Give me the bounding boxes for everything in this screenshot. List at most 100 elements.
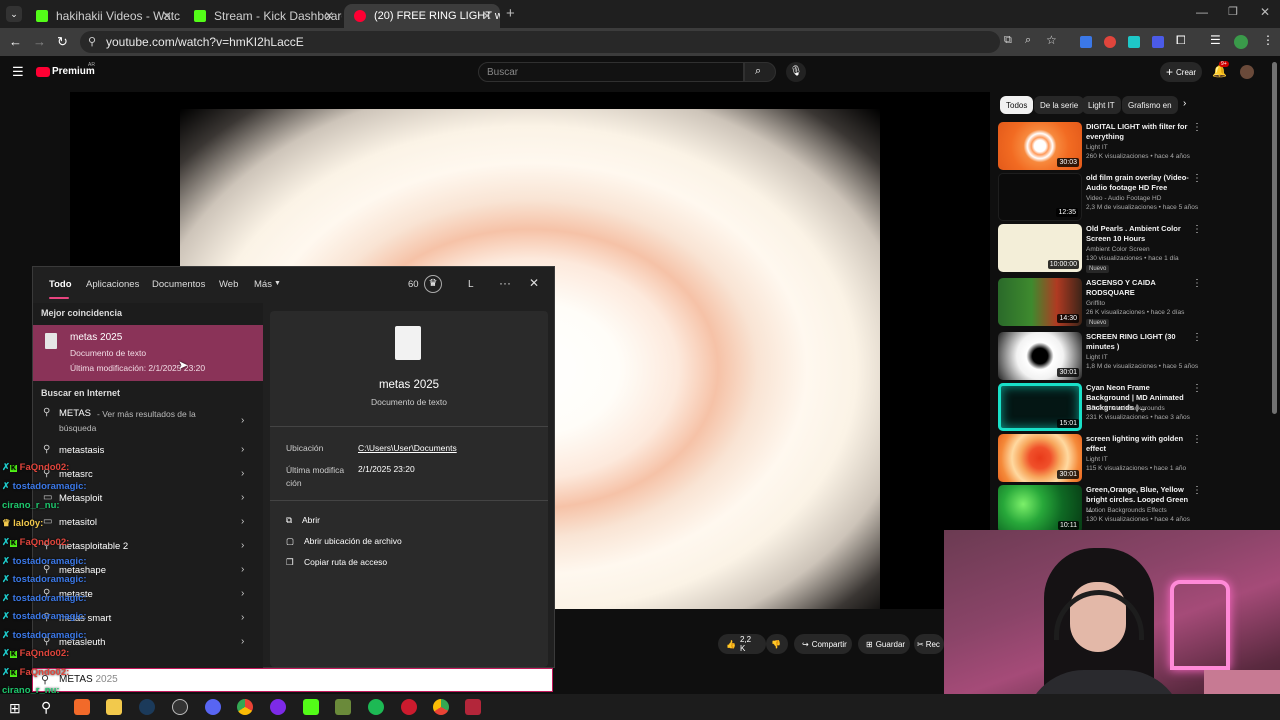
channel-name[interactable]: Motion Backgrounds Effects (1086, 507, 1167, 514)
recommended-video[interactable]: 30:03 DIGITAL LIGHT with filter for ever… (998, 122, 1208, 172)
forward-icon[interactable]: → (33, 34, 46, 49)
create-button[interactable]: + Crear (1160, 62, 1202, 82)
recommended-video[interactable]: 10:00:00 Old Pearls . Ambient Color Scre… (998, 224, 1208, 274)
open-location-action[interactable]: ▢ Abrir ubicación de archivo (286, 536, 402, 547)
channel-name[interactable]: Ambient Color Screen (1086, 246, 1150, 253)
youtube-search-input[interactable]: Buscar (478, 62, 744, 82)
back-icon[interactable]: ← (9, 34, 22, 49)
best-match-result[interactable]: metas 2025 Documento de texto Última mod… (33, 325, 263, 381)
channel-name[interactable]: Light IT (1086, 456, 1108, 463)
search-button[interactable]: ⌕ (744, 62, 776, 82)
menu-icon[interactable]: ☰ (12, 64, 24, 80)
channel-name[interactable]: Light IT (1086, 354, 1108, 361)
chips-next-icon[interactable]: › (1183, 98, 1186, 109)
more-options-icon[interactable]: ⋮ (1192, 278, 1202, 289)
channel-name[interactable]: Griffito (1086, 300, 1105, 307)
video-thumbnail[interactable]: 30:01 (998, 434, 1082, 482)
close-window-icon[interactable]: ✕ (1260, 5, 1270, 19)
minecraft-icon[interactable] (335, 699, 351, 715)
more-options-icon[interactable]: ⋮ (1192, 122, 1202, 133)
filter-tab-documents[interactable]: Documentos (152, 279, 205, 290)
recommended-video[interactable]: 14:30 ASCENSO Y CAIDA RODSQUARE Griffito… (998, 278, 1208, 328)
windows-start-icon[interactable]: ⊞ (9, 700, 21, 717)
youtube-logo-icon[interactable] (36, 67, 50, 77)
save-button[interactable]: ⊞ Guardar (858, 634, 910, 654)
web-search-result[interactable]: ⚲ METAS - Ver más resultados de la búsqu… (33, 405, 263, 439)
chip-grafismo[interactable]: Grafismo en (1122, 96, 1178, 114)
extension-icon[interactable] (1128, 36, 1140, 48)
address-bar[interactable]: ⚲ youtube.com/watch?v=hmKI2hLaccE (80, 31, 1000, 53)
discord-icon[interactable] (205, 699, 221, 715)
taskbar-search-icon[interactable]: ⚲ (41, 699, 51, 716)
chip-all[interactable]: Todos (1000, 96, 1034, 114)
mic-icon[interactable]: 🎙 (786, 62, 806, 82)
tab-kick-videos[interactable]: hakihakii Videos - Watch On-De ✕ (26, 4, 180, 28)
rewards-trophy-icon[interactable]: ♛ (424, 275, 442, 293)
chrome-profile-icon[interactable] (433, 699, 449, 715)
video-title[interactable]: screen lighting with golden effect (1086, 434, 1194, 454)
filter-tab-more[interactable]: Más (254, 279, 272, 290)
video-title[interactable]: ASCENSO Y CAIDA RODSQUARE (1086, 278, 1194, 298)
video-thumbnail[interactable]: 15:01 (998, 383, 1082, 431)
more-options-icon[interactable]: ⋮ (1192, 173, 1202, 184)
zoom-icon[interactable]: ⌕ (1025, 34, 1031, 47)
channel-name[interactable]: Video - Audio Footage HD (1086, 195, 1161, 202)
file-explorer-icon[interactable] (106, 699, 122, 715)
filter-tab-apps[interactable]: Aplicaciones (86, 279, 139, 290)
video-thumbnail[interactable]: 12:35 (998, 173, 1082, 221)
video-thumbnail[interactable]: 10:11 (998, 485, 1082, 533)
recommended-video[interactable]: 30:01 screen lighting with golden effect… (998, 434, 1208, 484)
obs-icon[interactable] (172, 699, 188, 715)
location-link[interactable]: C:\Users\User\Documents (358, 443, 457, 453)
tab-kick-dashboard[interactable]: Stream - Kick Dashboard ✕ (184, 4, 342, 28)
more-options-icon[interactable]: ⋮ (1192, 434, 1202, 445)
filter-tab-all[interactable]: Todo (49, 279, 72, 290)
reload-icon[interactable]: ↻ (57, 34, 68, 50)
new-tab-button[interactable]: + (506, 5, 515, 22)
video-title[interactable]: SCREEN RING LIGHT (30 minutes ) (1086, 332, 1194, 352)
user-initial-avatar[interactable]: L (468, 279, 474, 290)
account-avatar[interactable] (1240, 65, 1254, 79)
copy-path-action[interactable]: ❐ Copiar ruta de acceso (286, 557, 387, 568)
video-title[interactable]: DIGITAL LIGHT with filter for everything (1086, 122, 1194, 142)
steam-icon[interactable] (139, 699, 155, 715)
video-thumbnail[interactable]: 10:00:00 (998, 224, 1082, 272)
voicemeeter-icon[interactable] (465, 699, 481, 715)
clip-button[interactable]: ✂ Rec (914, 634, 944, 654)
channel-name[interactable]: MD Animated Backgrounds (1086, 405, 1165, 412)
page-scrollbar[interactable] (1272, 62, 1277, 414)
more-options-icon[interactable]: ⋮ (1192, 224, 1202, 235)
search-suggestion[interactable]: ⚲ metastasis › (33, 440, 263, 464)
close-tab-icon[interactable]: ✕ (162, 9, 172, 23)
more-options-icon[interactable]: ⋮ (1192, 485, 1202, 496)
profile-avatar[interactable] (1234, 35, 1248, 49)
recommended-video[interactable]: 15:01 Cyan Neon Frame Background | MD An… (998, 383, 1208, 433)
channel-name[interactable]: Light IT (1086, 144, 1108, 151)
opera-icon[interactable] (401, 699, 417, 715)
video-thumbnail[interactable]: 30:03 (998, 122, 1082, 170)
extensions-puzzle-icon[interactable]: ⧠ (1176, 33, 1186, 48)
canva-icon[interactable] (270, 699, 286, 715)
close-tab-icon[interactable]: ✕ (482, 9, 492, 23)
extension-icon[interactable] (1152, 36, 1164, 48)
dislike-button[interactable]: 👎 (766, 634, 788, 654)
minimize-icon[interactable]: — (1196, 5, 1208, 19)
like-button[interactable]: 👍 2,2 K (718, 634, 766, 654)
close-icon[interactable]: ✕ (529, 276, 539, 290)
video-title[interactable]: Old Pearls . Ambient Color Screen 10 Hou… (1086, 224, 1194, 244)
reading-list-icon[interactable]: ☰ (1210, 33, 1221, 47)
more-options-icon[interactable]: ··· (499, 276, 511, 290)
recommended-video[interactable]: 30:01 SCREEN RING LIGHT (30 minutes ) Li… (998, 332, 1208, 382)
brave-icon[interactable] (74, 699, 90, 715)
start-search-input[interactable]: ⚲ METAS 2025 (32, 668, 553, 692)
extension-icon[interactable] (1104, 36, 1116, 48)
recommended-video[interactable]: 10:11 Green,Orange, Blue, Yellow bright … (998, 485, 1208, 535)
video-title[interactable]: old film grain overlay (Video-Audio foot… (1086, 173, 1194, 193)
filter-tab-web[interactable]: Web (219, 279, 238, 290)
chip-series[interactable]: De la serie (1034, 96, 1085, 114)
site-info-icon[interactable]: ⚲ (88, 35, 96, 48)
chip-light-it[interactable]: Light IT (1082, 96, 1121, 114)
open-action[interactable]: ⧉ Abrir (286, 515, 320, 526)
browser-menu-icon[interactable]: ⋮ (1262, 33, 1274, 47)
share-button[interactable]: ↪ Compartir (794, 634, 852, 654)
